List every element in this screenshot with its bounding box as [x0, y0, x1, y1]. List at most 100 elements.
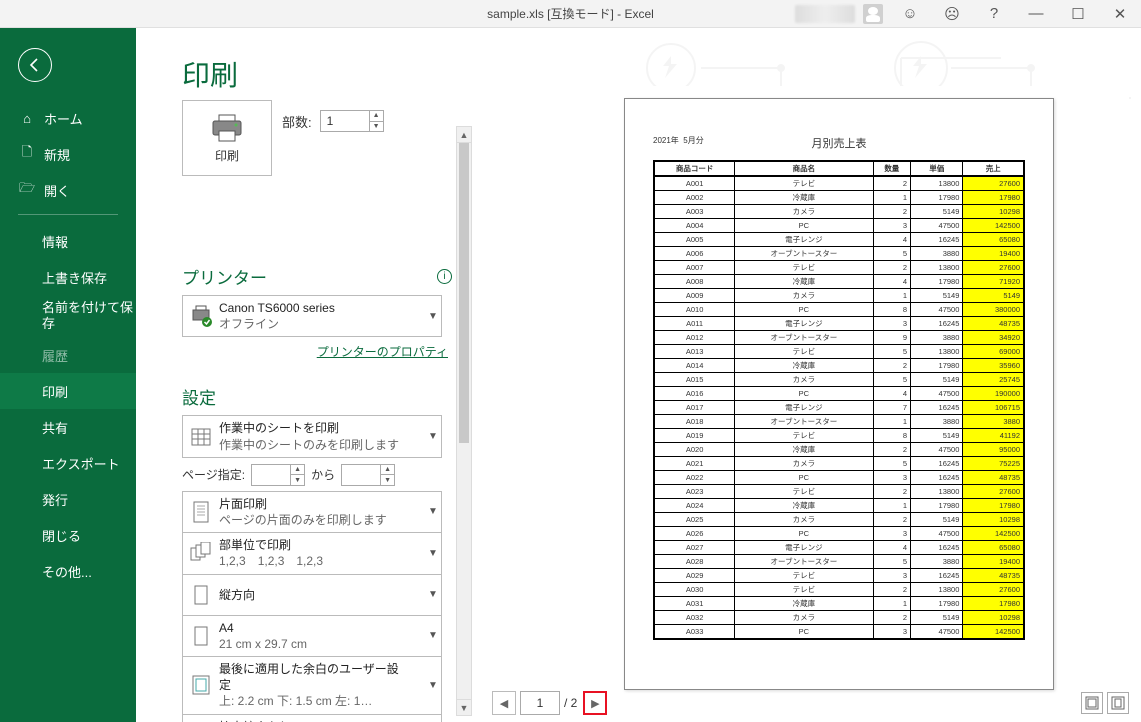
titlebar: sample.xls [互換モード] - Excel ☺ ☹ ? ― ☐ ✕ — [0, 0, 1141, 28]
chevron-down-icon: ▼ — [425, 575, 441, 615]
current-page-input[interactable]: 1 — [520, 691, 560, 715]
next-page-button[interactable]: ▶ — [583, 691, 607, 715]
table-row: A007テレビ21380027600 — [654, 261, 1024, 275]
table-row: A005電子レンジ41624565080 — [654, 233, 1024, 247]
table-row: A027電子レンジ41624565080 — [654, 541, 1024, 555]
close-button[interactable]: ✕ — [1099, 0, 1141, 27]
table-row: A012オーブントースター9388034920 — [654, 331, 1024, 345]
table-row: A028オーブントースター5388019400 — [654, 555, 1024, 569]
main-panel: 印刷 印刷 部数: 1▲▼ プリンターi Canon TS6000 series… — [136, 28, 1141, 722]
sidebar-item-close[interactable]: 閉じる — [0, 517, 136, 553]
page-total: / 2 — [564, 696, 577, 710]
sidebar-item-home[interactable]: ⌂ホーム — [0, 100, 136, 136]
sidebar-item-other[interactable]: その他... — [0, 553, 136, 589]
table-header: 数量 — [873, 161, 911, 176]
help-icon[interactable]: ? — [973, 0, 1015, 27]
table-row: A011電子レンジ31624548735 — [654, 317, 1024, 331]
table-header: 商品コード — [654, 161, 735, 176]
table-row: A014冷蔵庫21798035960 — [654, 359, 1024, 373]
sidebar-item-save[interactable]: 上書き保存 — [0, 259, 136, 295]
table-row: A004PC347500142500 — [654, 219, 1024, 233]
preview-table: 商品コード商品名数量単価売上 A001テレビ21380027600A002冷蔵庫… — [653, 160, 1025, 640]
sidebar-item-export[interactable]: エクスポート — [0, 445, 136, 481]
print-button-label: 印刷 — [215, 147, 239, 164]
info-icon[interactable]: i — [437, 269, 452, 284]
printer-icon — [209, 113, 245, 143]
page-from-input[interactable]: ▲▼ — [251, 464, 305, 486]
table-row: A021カメラ51624575225 — [654, 457, 1024, 471]
table-row: A031冷蔵庫11798017980 — [654, 597, 1024, 611]
copies-input[interactable]: 1▲▼ — [320, 110, 384, 132]
table-row: A020冷蔵庫24750095000 — [654, 443, 1024, 457]
printer-properties-link[interactable]: プリンターのプロパティ — [182, 343, 448, 360]
printer-status-icon — [183, 296, 219, 336]
sidebar-item-history: 履歴 — [0, 337, 136, 373]
sidebar-item-print[interactable]: 印刷 — [0, 373, 136, 409]
orientation-dropdown[interactable]: 縦方向 ▼ — [182, 574, 442, 616]
sidebar-item-new[interactable]: 🗋新規 — [0, 136, 136, 172]
face-sad-icon[interactable]: ☹ — [931, 0, 973, 27]
maximize-button[interactable]: ☐ — [1057, 0, 1099, 27]
scale-icon: 100 — [183, 715, 219, 722]
margins-icon — [183, 657, 219, 714]
table-row: A002冷蔵庫11798017980 — [654, 191, 1024, 205]
page-title: 印刷 — [182, 54, 238, 94]
table-row: A025カメラ2514910298 — [654, 513, 1024, 527]
sidebar-item-info[interactable]: 情報 — [0, 223, 136, 259]
settings-section-header: 設定 — [182, 384, 452, 409]
table-row: A030テレビ21380027600 — [654, 583, 1024, 597]
scroll-down-icon[interactable]: ▼ — [457, 699, 471, 715]
scroll-thumb[interactable] — [459, 143, 469, 443]
spinner-buttons[interactable]: ▲▼ — [369, 111, 383, 131]
scaling-dropdown[interactable]: 100 拡大縮小なしシートを実際のサイズで印刷します ▼ — [182, 714, 442, 722]
sidebar-item-saveas[interactable]: 名前を付けて保存 — [0, 295, 136, 337]
table-row: A026PC347500142500 — [654, 527, 1024, 541]
table-row: A033PC347500142500 — [654, 625, 1024, 640]
table-row: A032カメラ2514910298 — [654, 611, 1024, 625]
back-button[interactable] — [18, 48, 52, 82]
face-happy-icon[interactable]: ☺ — [889, 0, 931, 27]
scroll-up-icon[interactable]: ▲ — [457, 127, 471, 143]
table-row: A009カメラ151495149 — [654, 289, 1024, 303]
account-avatar-icon[interactable] — [863, 4, 883, 24]
settings-scrollbar[interactable]: ▲ ▼ — [456, 126, 472, 716]
table-row: A008冷蔵庫41798071920 — [654, 275, 1024, 289]
document-icon: 🗋 — [18, 143, 36, 165]
home-icon: ⌂ — [18, 111, 36, 126]
zoom-to-page-button[interactable] — [1107, 692, 1129, 714]
minimize-button[interactable]: ― — [1015, 0, 1057, 27]
collate-dropdown[interactable]: 部単位で印刷1,2,3 1,2,3 1,2,3 ▼ — [182, 532, 442, 574]
margins-dropdown[interactable]: 最後に適用した余白のユーザー設定上: 2.2 cm 下: 1.5 cm 左: 1… — [182, 656, 442, 715]
table-row: A023テレビ21380027600 — [654, 485, 1024, 499]
sidebar-item-share[interactable]: 共有 — [0, 409, 136, 445]
chevron-down-icon: ▼ — [425, 296, 441, 336]
table-header: 商品名 — [735, 161, 873, 176]
sheet-title: 月別売上表 — [812, 135, 867, 151]
page-single-icon — [183, 492, 219, 532]
printer-section-header: プリンターi — [182, 264, 452, 289]
chevron-down-icon: ▼ — [425, 657, 441, 714]
paper-size-dropdown[interactable]: A421 cm x 29.7 cm ▼ — [182, 615, 442, 657]
arrow-left-icon — [27, 57, 43, 73]
printer-dropdown[interactable]: Canon TS6000 seriesオフライン ▼ — [182, 295, 442, 337]
duplex-dropdown[interactable]: 片面印刷ページの片面のみを印刷します ▼ — [182, 491, 442, 533]
print-scope-dropdown[interactable]: 作業中のシートを印刷作業中のシートのみを印刷します ▼ — [182, 415, 442, 457]
table-header: 単価 — [911, 161, 963, 176]
page-to-input[interactable]: ▲▼ — [341, 464, 395, 486]
print-button[interactable]: 印刷 — [182, 100, 272, 176]
copies-label: 部数: — [282, 112, 312, 131]
chevron-down-icon: ▼ — [425, 416, 441, 456]
prev-page-button[interactable]: ◀ — [492, 691, 516, 715]
sidebar-item-open[interactable]: 🗁開く — [0, 172, 136, 208]
show-margins-button[interactable] — [1081, 692, 1103, 714]
backstage-sidebar: ⌂ホーム 🗋新規 🗁開く 情報 上書き保存 名前を付けて保存 履歴 印刷 共有 … — [0, 28, 136, 722]
sidebar-item-publish[interactable]: 発行 — [0, 481, 136, 517]
paper-icon — [183, 616, 219, 656]
account-name[interactable] — [795, 5, 855, 23]
table-row: A024冷蔵庫11798017980 — [654, 499, 1024, 513]
table-row: A006オーブントースター5388019400 — [654, 247, 1024, 261]
window-title: sample.xls [互換モード] - Excel — [487, 5, 654, 22]
table-row: A016PC447500190000 — [654, 387, 1024, 401]
table-row: A022PC31624548735 — [654, 471, 1024, 485]
table-row: A010PC847500380000 — [654, 303, 1024, 317]
